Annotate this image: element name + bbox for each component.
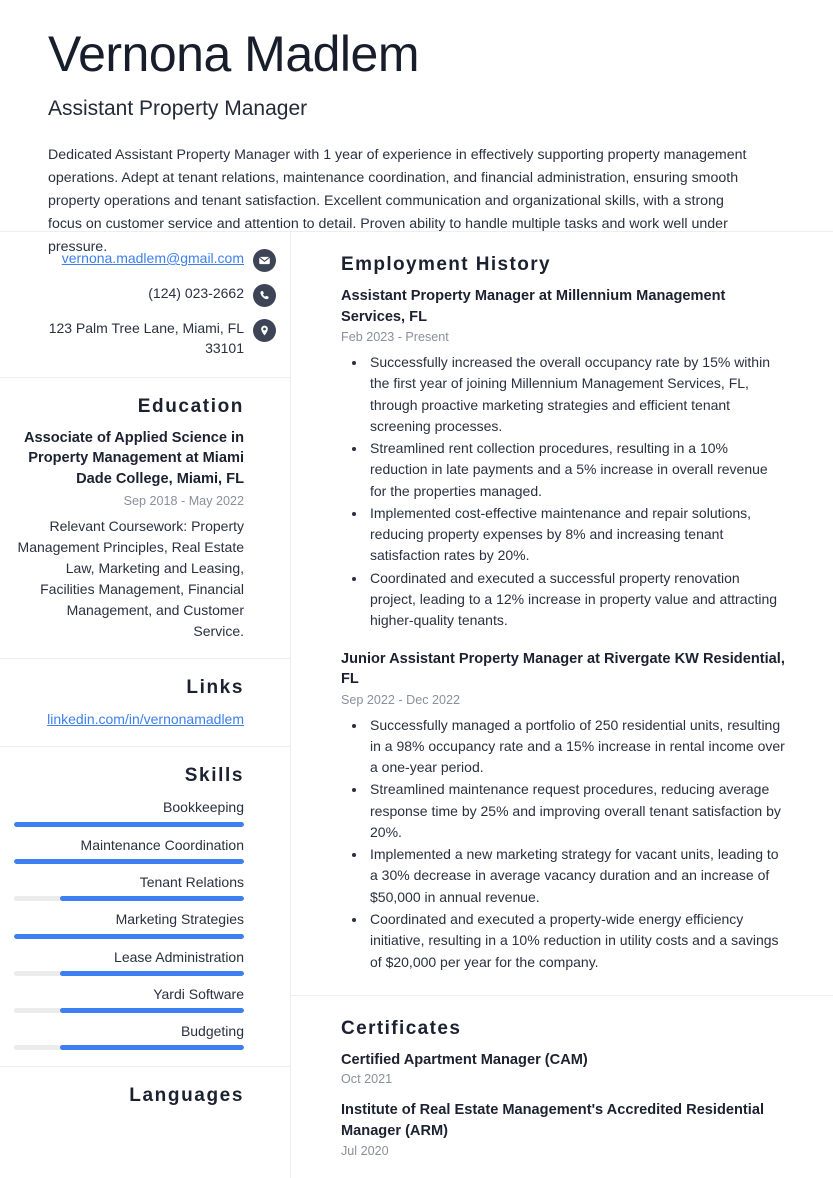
employment-entry: Junior Assistant Property Manager at Riv… <box>341 649 785 973</box>
languages-section: Languages <box>0 1067 290 1178</box>
skill-item: Tenant Relations <box>14 872 244 902</box>
skill-level-fill <box>14 933 244 939</box>
list-item: Implemented cost-effective maintenance a… <box>367 503 785 567</box>
skill-level-fill <box>60 970 244 976</box>
resume-body: vernona.madlem@gmail.com (124) 023-2662 … <box>0 231 833 1178</box>
employment-date: Sep 2022 - Dec 2022 <box>341 692 461 707</box>
education-heading: Education <box>137 395 244 417</box>
contact-row-phone[interactable]: (124) 023-2662 <box>14 283 276 307</box>
main-column: Employment History Assistant Property Ma… <box>291 232 833 1178</box>
employment-date: Feb 2023 - Present <box>341 330 449 345</box>
certificate-entry: Certified Apartment Manager (CAM) Oct 202… <box>341 1050 785 1087</box>
skills-section: Skills Bookkeeping Maintenance Coordinati… <box>0 747 290 1068</box>
skill-item: Maintenance Coordination <box>14 835 244 864</box>
skill-level-bar <box>14 1045 244 1051</box>
page-title: Vernona Madlem <box>48 26 420 82</box>
employment-bullet-list: Successfully managed a portfolio of 250 … <box>341 715 785 973</box>
contact-section: vernona.madlem@gmail.com (124) 023-2662 … <box>0 232 290 378</box>
list-item: Coordinated and executed a successful pr… <box>367 568 785 632</box>
address-value: 123 Palm Tree Lane, Miami, FL 33101 <box>48 320 244 357</box>
contact-row-address[interactable]: 123 Palm Tree Lane, Miami, FL 33101 <box>14 318 276 359</box>
skill-name: Lease Administration <box>114 948 244 965</box>
education-entry: Associate of Applied Science in Property… <box>14 428 244 643</box>
list-item: Successfully managed a portfolio of 250 … <box>367 715 785 779</box>
employment-title: Assistant Property Manager at Millennium… <box>341 288 726 325</box>
skills-list: Bookkeeping Maintenance Coordination Tenan… <box>14 797 244 1051</box>
employment-history-heading: Employment History <box>341 254 551 275</box>
skill-level-bar <box>14 970 244 976</box>
certificate-name: Certified Apartment Manager (CAM) <box>341 1051 588 1068</box>
certificate-date: Oct 2021 <box>341 1072 393 1087</box>
skill-level-bar <box>14 821 244 827</box>
resume-page: Vernona Madlem Assistant Property Manage… <box>0 0 833 1178</box>
skill-level-bar <box>14 858 244 864</box>
skill-name: Bookkeeping <box>163 799 244 816</box>
link-item-linkedin[interactable]: linkedin.com/in/vernonamadlem <box>47 711 244 727</box>
skill-item: Lease Administration <box>14 947 244 976</box>
sidebar-column: vernona.madlem@gmail.com (124) 023-2662 … <box>0 232 291 1178</box>
phone-icon <box>253 284 276 307</box>
location-pin-icon <box>253 319 276 342</box>
skill-name: Yardi Software <box>153 985 244 1002</box>
skill-name: Marketing Strategies <box>115 911 244 928</box>
list-item: Streamlined maintenance request procedur… <box>367 779 785 843</box>
languages-heading: Languages <box>129 1085 244 1107</box>
employment-entry: Assistant Property Manager at Millennium… <box>341 286 785 632</box>
links-section: Links linkedin.com/in/vernonamadlem <box>0 659 290 748</box>
education-date: Sep 2018 - May 2022 <box>123 493 244 508</box>
job-title-subtitle: Assistant Property Manager <box>48 97 308 120</box>
skill-level-fill <box>60 896 244 902</box>
contact-row-email[interactable]: vernona.madlem@gmail.com <box>14 248 276 272</box>
certificate-entry: Institute of Real Estate Management's Ac… <box>341 1100 785 1157</box>
jobs-list: Assistant Property Manager at Millennium… <box>341 286 785 973</box>
phone-value: (124) 023-2662 <box>148 285 244 301</box>
envelope-icon <box>253 249 276 272</box>
certificate-name: Institute of Real Estate Management's Ac… <box>341 1102 765 1140</box>
skill-level-fill <box>14 858 244 864</box>
education-description: Relevant Coursework: Property Management… <box>17 518 244 640</box>
employment-history-section: Employment History Assistant Property Ma… <box>291 232 833 996</box>
list-item: Successfully increased the overall occup… <box>367 352 785 437</box>
certificate-date: Jul 2020 <box>341 1143 389 1158</box>
skill-item: Budgeting <box>14 1021 244 1051</box>
links-heading: Links <box>186 677 244 699</box>
employment-title: Junior Assistant Property Manager at Riv… <box>341 650 785 688</box>
list-item: Coordinated and executed a property-wide… <box>367 909 785 973</box>
certificates-section: Certificates Certified Apartment Manager… <box>291 996 833 1178</box>
resume-header: Vernona Madlem Assistant Property Manage… <box>0 0 833 259</box>
skill-level-fill <box>60 1045 244 1051</box>
education-title: Associate of Applied Science in Property… <box>23 429 244 488</box>
skill-level-bar <box>14 896 244 902</box>
skill-level-fill <box>60 1008 244 1014</box>
skill-level-bar <box>14 933 244 939</box>
education-section: Education Associate of Applied Science i… <box>0 378 290 660</box>
list-item: Implemented a new marketing strategy for… <box>367 844 785 908</box>
skill-name: Tenant Relations <box>139 873 244 890</box>
employment-bullet-list: Successfully increased the overall occup… <box>341 352 785 631</box>
certificates-list: Certified Apartment Manager (CAM) Oct 202… <box>341 1050 785 1158</box>
list-item: Streamlined rent collection procedures, … <box>367 438 785 502</box>
skill-level-bar <box>14 1008 244 1014</box>
skill-item: Bookkeeping <box>14 797 244 827</box>
skill-name: Budgeting <box>180 1023 244 1040</box>
skill-name: Maintenance Coordination <box>80 836 244 853</box>
skill-item: Marketing Strategies <box>14 909 244 939</box>
skill-item: Yardi Software <box>14 984 244 1014</box>
skill-level-fill <box>14 821 244 827</box>
certificates-heading: Certificates <box>341 1017 462 1039</box>
skills-heading: Skills <box>184 765 244 787</box>
email-value[interactable]: vernona.madlem@gmail.com <box>62 248 244 268</box>
